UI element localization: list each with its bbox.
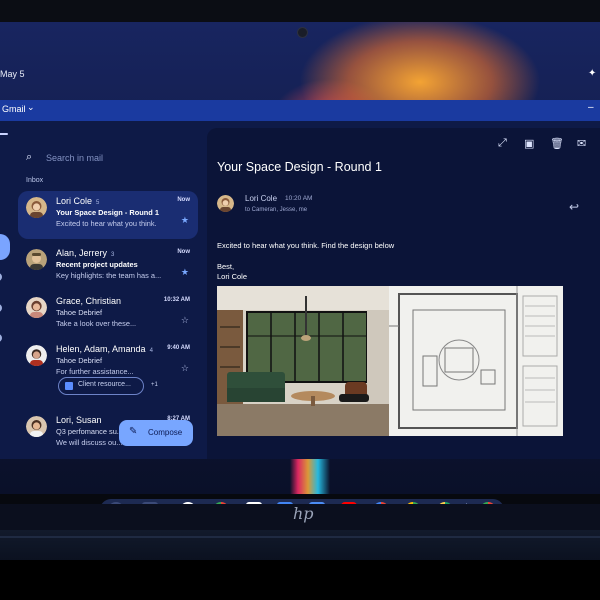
- attachment-more: +1: [151, 382, 158, 388]
- thread-count: 5: [96, 200, 100, 206]
- pencil-icon: ✎: [129, 426, 138, 437]
- mail-sender: Helen, Adam, Amanda 4: [56, 344, 153, 354]
- avatar: [26, 297, 47, 318]
- laptop-hinge: [0, 530, 600, 560]
- reply-icon[interactable]: ↩: [569, 200, 579, 214]
- search-input[interactable]: [46, 151, 166, 165]
- minimize-icon[interactable]: –: [588, 102, 594, 113]
- attachment-label: Client resource...: [78, 381, 131, 388]
- compose-label: Compose: [148, 428, 183, 437]
- search-icon[interactable]: ⌕: [26, 151, 32, 164]
- mail-snippet: Take a look over these...: [56, 319, 137, 328]
- mail-snippet: Key highlights: the team has a...: [56, 271, 162, 280]
- mail-subject: Your Space Design - Round 1: [56, 208, 159, 217]
- meet-icon[interactable]: [0, 334, 2, 342]
- mail-subject: Tahoe Debrief: [56, 356, 103, 365]
- archive-icon[interactable]: ▣: [524, 137, 534, 150]
- mail-subject: Tahoe Debrief: [56, 308, 103, 317]
- mail-sender: Lori, Susan: [56, 415, 102, 425]
- avatar: [26, 249, 47, 270]
- mail-snippet: Excited to hear what you think.: [56, 219, 157, 228]
- mail-sender: Lori Cole 5: [56, 196, 100, 206]
- mail-item[interactable]: Helen, Adam, Amanda 4 9:40 AM Tahoe Debri…: [18, 339, 198, 407]
- window-titlebar: Gmail ⌄ –: [0, 100, 600, 121]
- thread-count: 4: [149, 348, 153, 354]
- mail-item[interactable]: Grace, Christian 10:32 AM Tahoe Debrief …: [18, 291, 198, 339]
- doc-icon: [65, 382, 73, 390]
- mail-time: 10:32 AM: [163, 297, 190, 303]
- mail-subject: Recent project updates: [56, 260, 138, 269]
- thread-count: 3: [111, 252, 115, 258]
- hinge-line: [0, 536, 600, 538]
- reading-pane: ⤢ ▣ 🗑 ✉ Your Space Design - Round 1 Lori…: [207, 128, 600, 459]
- mail-item[interactable]: Alan, Jerrery 3 Now Recent project update…: [18, 243, 198, 291]
- mail-sender: Alan, Jerrery 3: [56, 248, 115, 258]
- mail-snippet: For further assistance...: [56, 367, 134, 376]
- gmail-window: Gmail ⌄ – ⌕ Inbox Lori Cole5 Now Your Sp…: [0, 100, 600, 459]
- star-icon[interactable]: ★: [181, 267, 189, 278]
- attachment-chip[interactable]: Client resource...: [58, 377, 144, 395]
- nav-rail: [0, 121, 18, 459]
- star-icon[interactable]: ★: [181, 215, 189, 226]
- reader-recipients[interactable]: to Cameran, Jesse, me: [245, 207, 307, 213]
- delete-icon[interactable]: 🗑: [550, 137, 564, 150]
- star-icon[interactable]: ☆: [181, 363, 189, 374]
- chevron-down-icon[interactable]: ⌄: [27, 102, 35, 113]
- inbox-label: Inbox: [26, 177, 44, 184]
- room-photo[interactable]: [217, 286, 389, 436]
- reader-sender: Lori Cole: [245, 194, 278, 203]
- chat-icon[interactable]: [0, 273, 2, 281]
- laptop-bezel-top: [0, 0, 600, 22]
- spaces-icon[interactable]: [0, 304, 2, 312]
- avatar: [26, 416, 47, 437]
- avatar: [26, 345, 47, 366]
- avatar: [217, 195, 234, 212]
- status-date: May 5: [0, 69, 25, 79]
- mail-subject: Q3 perfomance su...: [56, 427, 123, 436]
- mail-item[interactable]: Lori Cole 5 Now Your Space Design - Round…: [18, 191, 198, 239]
- mail-icon[interactable]: ✉: [577, 137, 586, 150]
- screen: May 5 ✦ Gmail ⌄ – ⌕ Inbox Lori Cole5 Now…: [0, 22, 600, 504]
- settings-icon[interactable]: ✦: [588, 68, 596, 79]
- rail-mail-button[interactable]: [0, 234, 10, 260]
- floor-plan-image[interactable]: [389, 286, 563, 436]
- compose-button[interactable]: ✎ Compose: [119, 420, 193, 446]
- mail-sender: Grace, Christian: [56, 296, 122, 306]
- mail-time: Now: [177, 197, 190, 203]
- body-line: Best,: [217, 262, 235, 271]
- brand-logo: hp: [293, 504, 314, 523]
- star-icon[interactable]: ☆: [181, 315, 189, 326]
- mail-time: Now: [177, 249, 190, 255]
- expand-icon[interactable]: ⤢: [498, 137, 507, 150]
- app-name: Gmail: [2, 104, 26, 114]
- mail-time: 9:40 AM: [167, 345, 190, 351]
- webcam: [297, 27, 308, 38]
- reader-time: 10:20 AM: [285, 195, 313, 202]
- mail-title: Your Space Design - Round 1: [217, 160, 382, 174]
- body-line: Excited to hear what you think. Find the…: [217, 241, 395, 250]
- menu-icon[interactable]: [0, 133, 8, 135]
- avatar: [26, 197, 47, 218]
- body-line: Lori Cole: [217, 272, 248, 281]
